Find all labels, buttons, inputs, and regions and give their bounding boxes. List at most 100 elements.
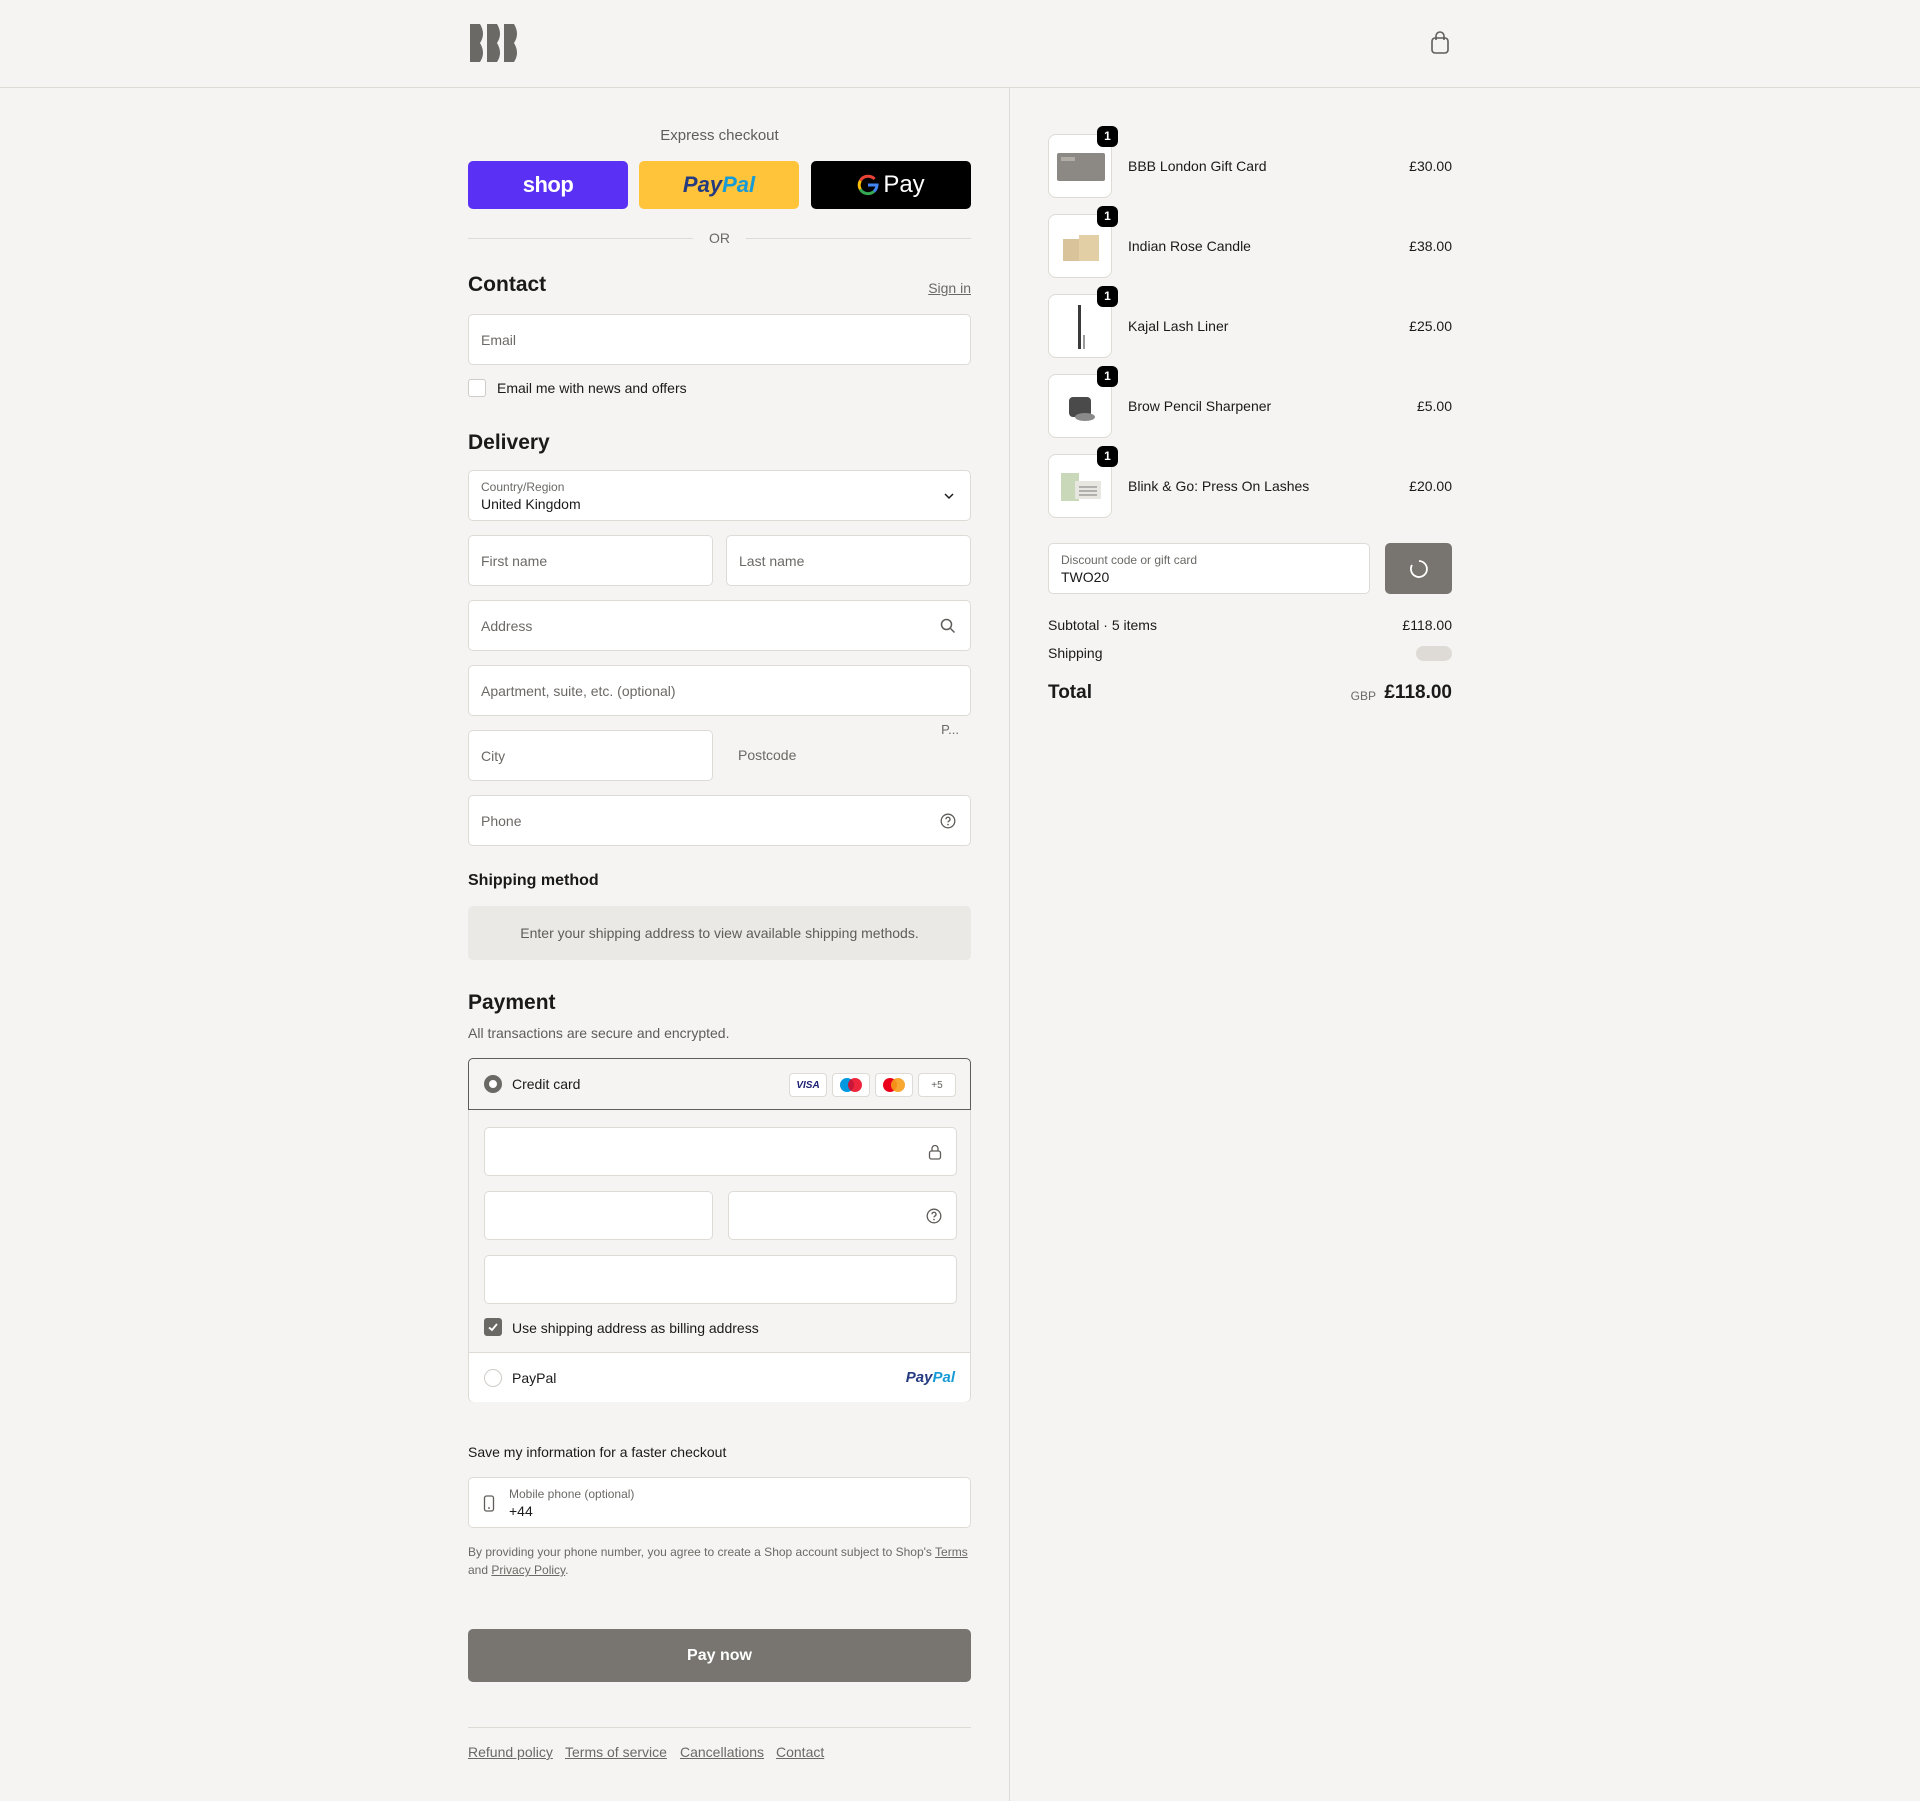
total-label: Total bbox=[1048, 682, 1092, 703]
paypal-option[interactable]: PayPal PayPal bbox=[469, 1352, 970, 1402]
newsletter-checkbox[interactable] bbox=[468, 379, 486, 397]
address-placeholder: Address bbox=[481, 618, 533, 634]
paypal-logo: PayPal bbox=[906, 1369, 955, 1386]
item-price: £38.00 bbox=[1409, 238, 1452, 254]
paypal-radio[interactable] bbox=[484, 1369, 502, 1387]
cancellations-link[interactable]: Cancellations bbox=[680, 1744, 764, 1760]
item-price: £5.00 bbox=[1416, 398, 1452, 414]
phone-field[interactable]: Phone bbox=[468, 795, 971, 846]
refund-policy-link[interactable]: Refund policy bbox=[468, 1744, 553, 1760]
legal-prefix: By providing your phone number, you agre… bbox=[468, 1545, 932, 1559]
shipping-method-heading: Shipping method bbox=[468, 872, 599, 889]
discount-value: TWO20 bbox=[1061, 569, 1110, 585]
subtotal-value: £118.00 bbox=[1402, 617, 1452, 633]
search-icon bbox=[940, 618, 956, 634]
paypal-logo-pay: Pay bbox=[682, 172, 723, 197]
phone-placeholder: Phone bbox=[481, 813, 522, 829]
chevron-down-icon bbox=[944, 493, 954, 500]
truncated-field-label: P... bbox=[941, 722, 959, 737]
lock-icon bbox=[928, 1144, 942, 1160]
delivery-heading: Delivery bbox=[468, 431, 550, 454]
city-placeholder: City bbox=[481, 748, 506, 764]
maestro-icon bbox=[832, 1073, 870, 1097]
sign-in-link[interactable]: Sign in bbox=[928, 280, 971, 296]
footer-divider bbox=[468, 1727, 971, 1728]
mobile-phone-value: +44 bbox=[509, 1503, 533, 1519]
paypal-logo-pay-text: Pay bbox=[905, 1369, 933, 1386]
column-divider bbox=[1009, 88, 1010, 1801]
or-label: OR bbox=[709, 230, 730, 246]
save-info-heading: Save my information for a faster checkou… bbox=[468, 1444, 727, 1460]
subtotal-label: Subtotal · 5 items bbox=[1048, 617, 1157, 633]
cart-item: 1 Indian Rose Candle £38.00 bbox=[1048, 206, 1452, 294]
credit-card-label: Credit card bbox=[512, 1076, 581, 1092]
item-price: £30.00 bbox=[1409, 158, 1452, 174]
cart-item: 1 Brow Pencil Sharpener £5.00 bbox=[1048, 366, 1452, 454]
postcode-field[interactable]: Postcode bbox=[738, 747, 796, 763]
credit-card-option[interactable]: Credit card VISA +5 bbox=[468, 1058, 971, 1110]
item-name: Indian Rose Candle bbox=[1128, 238, 1251, 254]
name-on-card-field[interactable] bbox=[484, 1255, 957, 1304]
cart-item: 1 Blink & Go: Press On Lashes £20.00 bbox=[1048, 446, 1452, 534]
legal-period: . bbox=[565, 1563, 569, 1577]
shipping-method-notice: Enter your shipping address to view avai… bbox=[468, 906, 971, 960]
quantity-badge: 1 bbox=[1097, 286, 1118, 307]
visa-icon: VISA bbox=[789, 1073, 827, 1097]
quantity-badge: 1 bbox=[1097, 446, 1118, 467]
city-field[interactable]: City bbox=[468, 730, 713, 781]
card-number-field[interactable] bbox=[484, 1127, 957, 1176]
email-field[interactable]: Email bbox=[468, 314, 971, 365]
paypal-option-label: PayPal bbox=[512, 1370, 557, 1386]
credit-card-radio[interactable] bbox=[484, 1075, 502, 1093]
mastercard-icon bbox=[875, 1073, 913, 1097]
quantity-badge: 1 bbox=[1097, 366, 1118, 387]
checkmark-icon bbox=[488, 1323, 498, 1332]
shop-pay-label: shop bbox=[522, 172, 574, 197]
expiry-date-field[interactable] bbox=[484, 1191, 713, 1240]
country-value: United Kingdom bbox=[481, 496, 581, 512]
last-name-field[interactable]: Last name bbox=[726, 535, 971, 586]
pay-now-button[interactable]: Pay now bbox=[468, 1629, 971, 1682]
security-code-field[interactable] bbox=[728, 1191, 957, 1240]
paypal-button[interactable]: Pay Pal bbox=[639, 161, 799, 209]
item-name: Brow Pencil Sharpener bbox=[1128, 398, 1272, 414]
google-pay-button[interactable]: Pay bbox=[811, 161, 971, 209]
last-name-placeholder: Last name bbox=[739, 553, 805, 569]
shopping-bag-icon[interactable] bbox=[1429, 31, 1451, 55]
apartment-field[interactable]: Apartment, suite, etc. (optional) bbox=[468, 665, 971, 716]
terms-link[interactable]: Terms bbox=[935, 1545, 968, 1559]
mobile-phone-label: Mobile phone (optional) bbox=[509, 1487, 635, 1501]
cart-item: 1 BBB London Gift Card £30.00 bbox=[1048, 126, 1452, 214]
mobile-phone-field[interactable]: Mobile phone (optional) +44 bbox=[468, 1477, 971, 1528]
quantity-badge: 1 bbox=[1097, 206, 1118, 227]
payment-subtitle: All transactions are secure and encrypte… bbox=[468, 1025, 730, 1041]
help-circle-icon[interactable] bbox=[940, 813, 956, 829]
contact-link[interactable]: Contact bbox=[776, 1744, 824, 1760]
header bbox=[0, 0, 1920, 88]
item-name: Kajal Lash Liner bbox=[1128, 318, 1229, 334]
currency-code: GBP bbox=[1350, 689, 1376, 703]
legal-text: By providing your phone number, you agre… bbox=[468, 1543, 971, 1579]
address-field[interactable]: Address bbox=[468, 600, 971, 651]
shipping-value-placeholder bbox=[1416, 646, 1452, 661]
brand-logo[interactable] bbox=[468, 22, 518, 64]
or-divider: OR bbox=[468, 228, 971, 248]
paypal-logo-pal-text: Pal bbox=[932, 1369, 955, 1386]
item-name: BBB London Gift Card bbox=[1128, 158, 1267, 174]
terms-of-service-link[interactable]: Terms of service bbox=[565, 1744, 667, 1760]
legal-and: and bbox=[468, 1563, 489, 1577]
country-label: Country/Region bbox=[481, 480, 565, 494]
paypal-logo-pal: Pal bbox=[722, 172, 756, 197]
help-circle-icon[interactable] bbox=[926, 1208, 942, 1224]
discount-code-field[interactable]: Discount code or gift card TWO20 bbox=[1048, 543, 1370, 594]
privacy-policy-link[interactable]: Privacy Policy bbox=[491, 1563, 565, 1577]
shop-pay-button[interactable]: shop bbox=[468, 161, 628, 209]
apply-discount-button[interactable] bbox=[1385, 543, 1452, 594]
country-select[interactable]: Country/Region United Kingdom bbox=[468, 470, 971, 521]
loading-spinner-icon bbox=[1409, 559, 1428, 578]
first-name-field[interactable]: First name bbox=[468, 535, 713, 586]
billing-address-checkbox[interactable] bbox=[484, 1318, 502, 1336]
express-checkout-title: Express checkout bbox=[660, 127, 779, 144]
newsletter-label: Email me with news and offers bbox=[497, 380, 687, 396]
total-value: £118.00 bbox=[1384, 682, 1452, 703]
